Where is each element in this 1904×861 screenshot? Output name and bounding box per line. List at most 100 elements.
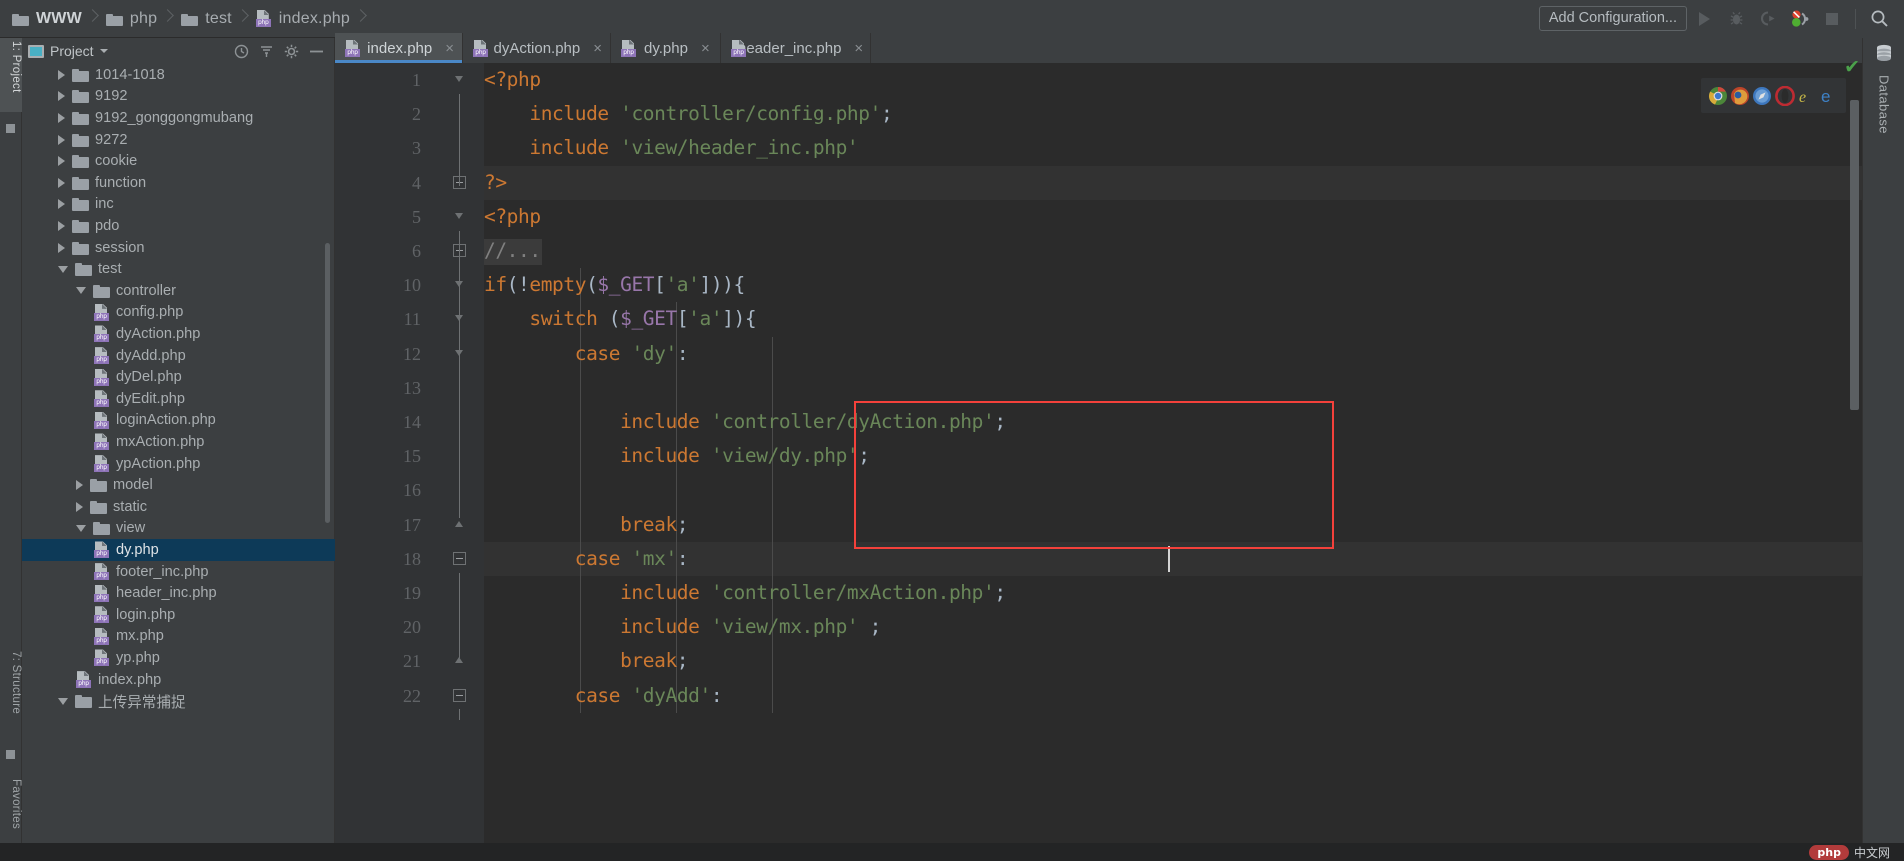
chevron-right-icon[interactable]: [58, 242, 65, 253]
tree-item-label: yp.php: [116, 649, 160, 666]
fold-arrow-up-icon[interactable]: [455, 657, 463, 664]
editor-tab-label: dy.php: [644, 39, 688, 57]
tree-item[interactable]: php config.php: [22, 302, 335, 324]
project-tree-scrollbar[interactable]: [325, 243, 330, 523]
tree-item[interactable]: inc: [22, 194, 335, 216]
search-everywhere-button[interactable]: [1864, 4, 1894, 34]
tree-item[interactable]: pdo: [22, 215, 335, 237]
fold-arrow-down-icon[interactable]: [455, 212, 463, 219]
tree-item[interactable]: function: [22, 172, 335, 194]
debug-button[interactable]: [1721, 4, 1751, 34]
fold-arrow-down-icon[interactable]: [455, 76, 463, 82]
rail-tab-favorites[interactable]: Favorites: [0, 776, 22, 852]
code-editor[interactable]: 1 2 3 4 5 6 10 11 12 13 14 15 16 17 18 19 20 21 22 <?php i…: [335, 63, 1904, 843]
chevron-right-icon[interactable]: [76, 480, 83, 491]
add-configuration-button[interactable]: Add Configuration...: [1538, 6, 1687, 31]
tree-item-label: dy.php: [116, 541, 159, 558]
collapse-fold-icon[interactable]: [453, 688, 466, 702]
editor-vertical-scrollbar[interactable]: [1850, 100, 1859, 410]
chevron-right-icon[interactable]: [58, 134, 65, 145]
rail-tab-project[interactable]: 1: Project: [0, 38, 22, 112]
folder-icon: [72, 133, 89, 147]
opera-icon[interactable]: [1774, 85, 1795, 106]
firefox-icon[interactable]: [1730, 86, 1750, 106]
chevron-right-icon[interactable]: [58, 69, 65, 80]
close-icon[interactable]: ×: [854, 40, 863, 57]
editor-tab[interactable]: php index.php ×: [335, 33, 463, 63]
rail-tab-structure[interactable]: 7: Structure: [0, 648, 22, 740]
tree-item[interactable]: view: [22, 518, 335, 540]
breadcrumb-item-php[interactable]: php: [100, 0, 159, 38]
line-number: 1: [412, 70, 421, 90]
tree-item[interactable]: php index.php: [22, 669, 335, 691]
editor-code-area[interactable]: <?php include 'controller/config.php'; i…: [484, 63, 1904, 843]
tree-item[interactable]: php dy.php: [22, 539, 335, 561]
code-line: <?php: [484, 63, 541, 97]
tree-item[interactable]: 9192: [22, 86, 335, 108]
editor-fold-gutter[interactable]: [435, 63, 484, 843]
chevron-right-icon[interactable]: [76, 501, 83, 512]
tree-item[interactable]: php login.php: [22, 604, 335, 626]
locate-icon[interactable]: [234, 44, 249, 59]
tree-item[interactable]: php yp.php: [22, 647, 335, 669]
tree-item[interactable]: php loginAction.php: [22, 410, 335, 432]
tree-item[interactable]: php mxAction.php: [22, 431, 335, 453]
tree-item[interactable]: php mx.php: [22, 626, 335, 648]
tree-item[interactable]: cookie: [22, 150, 335, 172]
run-button[interactable]: [1689, 4, 1719, 34]
tree-item[interactable]: controller: [22, 280, 335, 302]
close-icon[interactable]: ×: [593, 40, 602, 57]
chevron-down-icon[interactable]: [58, 697, 68, 705]
chevron-down-icon[interactable]: [76, 287, 86, 295]
editor-tab[interactable]: php dy.php ×: [611, 33, 721, 63]
collapse-fold-icon[interactable]: [453, 551, 466, 565]
tree-item[interactable]: php footer_inc.php: [22, 561, 335, 583]
tree-item[interactable]: php ypAction.php: [22, 453, 335, 475]
close-icon[interactable]: ×: [701, 40, 710, 57]
tree-item[interactable]: 1014-1018: [22, 64, 335, 86]
stop-button[interactable]: [1817, 4, 1847, 34]
chevron-right-icon[interactable]: [58, 177, 65, 188]
rail-tab-database[interactable]: Database: [1863, 42, 1904, 134]
chrome-icon[interactable]: [1708, 86, 1728, 106]
tree-item[interactable]: 9192_gonggongmubang: [22, 107, 335, 129]
chevron-right-icon[interactable]: [58, 112, 65, 123]
tree-item[interactable]: 9272: [22, 129, 335, 151]
project-file-tree[interactable]: 1014-1018 9192 9192_gonggongmubang 9272 cook…: [22, 64, 335, 843]
collapse-all-icon[interactable]: [259, 44, 274, 59]
tree-item[interactable]: php dyAction.php: [22, 323, 335, 345]
editor-tab[interactable]: php dyAction.php ×: [463, 33, 611, 63]
tree-item[interactable]: session: [22, 237, 335, 259]
chevron-down-icon[interactable]: [99, 49, 108, 53]
fold-arrow-up-icon[interactable]: [455, 520, 463, 527]
tree-item[interactable]: php dyDel.php: [22, 366, 335, 388]
profile-button[interactable]: [1785, 4, 1815, 34]
internet-explorer-icon[interactable]: e: [1797, 86, 1817, 106]
chevron-right-icon[interactable]: [58, 199, 65, 210]
chevron-down-icon[interactable]: [58, 265, 68, 273]
hide-panel-icon[interactable]: [309, 44, 324, 59]
run-with-coverage-button[interactable]: [1753, 4, 1783, 34]
tree-item[interactable]: php header_inc.php: [22, 582, 335, 604]
chevron-right-icon[interactable]: [58, 156, 65, 167]
tree-item[interactable]: test: [22, 258, 335, 280]
breadcrumb-item-index-php[interactable]: php index.php: [250, 0, 352, 38]
tree-item[interactable]: php dyAdd.php: [22, 345, 335, 367]
edge-icon[interactable]: e: [1819, 86, 1839, 106]
close-icon[interactable]: ×: [445, 40, 454, 57]
editor-tab[interactable]: php header_inc.php ×: [721, 33, 871, 63]
tree-item[interactable]: 上传异常捕捉: [22, 690, 335, 712]
safari-icon[interactable]: [1752, 86, 1772, 106]
chevron-right-icon[interactable]: [58, 220, 65, 231]
tree-item[interactable]: model: [22, 474, 335, 496]
settings-gear-icon[interactable]: [284, 44, 299, 59]
tree-item[interactable]: php dyEdit.php: [22, 388, 335, 410]
chevron-down-icon[interactable]: [76, 524, 86, 532]
breadcrumb-item-www[interactable]: WWW: [6, 0, 84, 38]
breadcrumb-item-test[interactable]: test: [175, 0, 234, 38]
tree-item[interactable]: static: [22, 496, 335, 518]
chevron-right-icon[interactable]: [58, 91, 65, 102]
